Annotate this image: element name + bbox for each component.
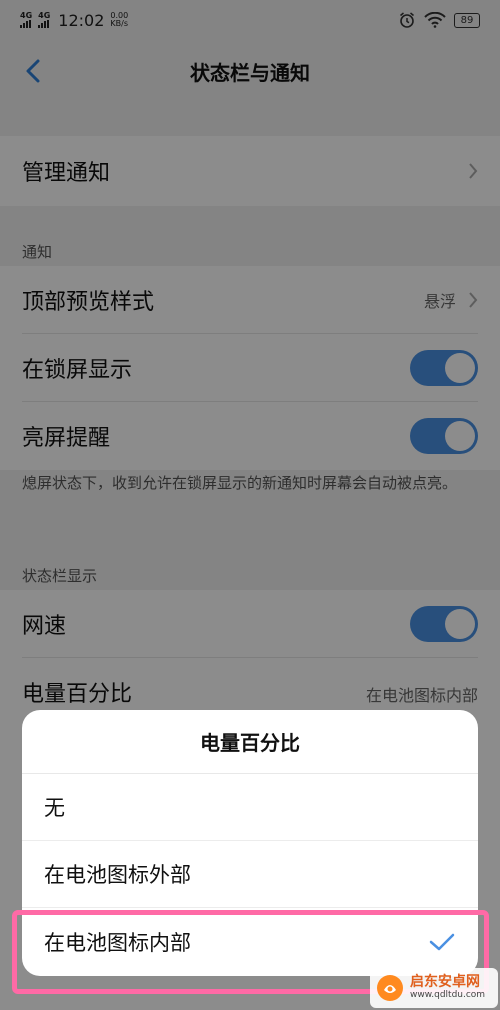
dialog-title: 电量百分比 — [22, 710, 478, 774]
watermark: 启东安卓网 www.qdltdu.com — [370, 968, 498, 1008]
watermark-logo-icon — [377, 975, 403, 1001]
option-none[interactable]: 无 — [22, 774, 478, 841]
option-label: 无 — [44, 796, 65, 820]
option-outside-battery[interactable]: 在电池图标外部 — [22, 841, 478, 908]
watermark-url: www.qdltdu.com — [410, 989, 486, 1000]
option-label: 在电池图标外部 — [44, 863, 191, 887]
watermark-name: 启东安卓网 — [410, 974, 480, 991]
